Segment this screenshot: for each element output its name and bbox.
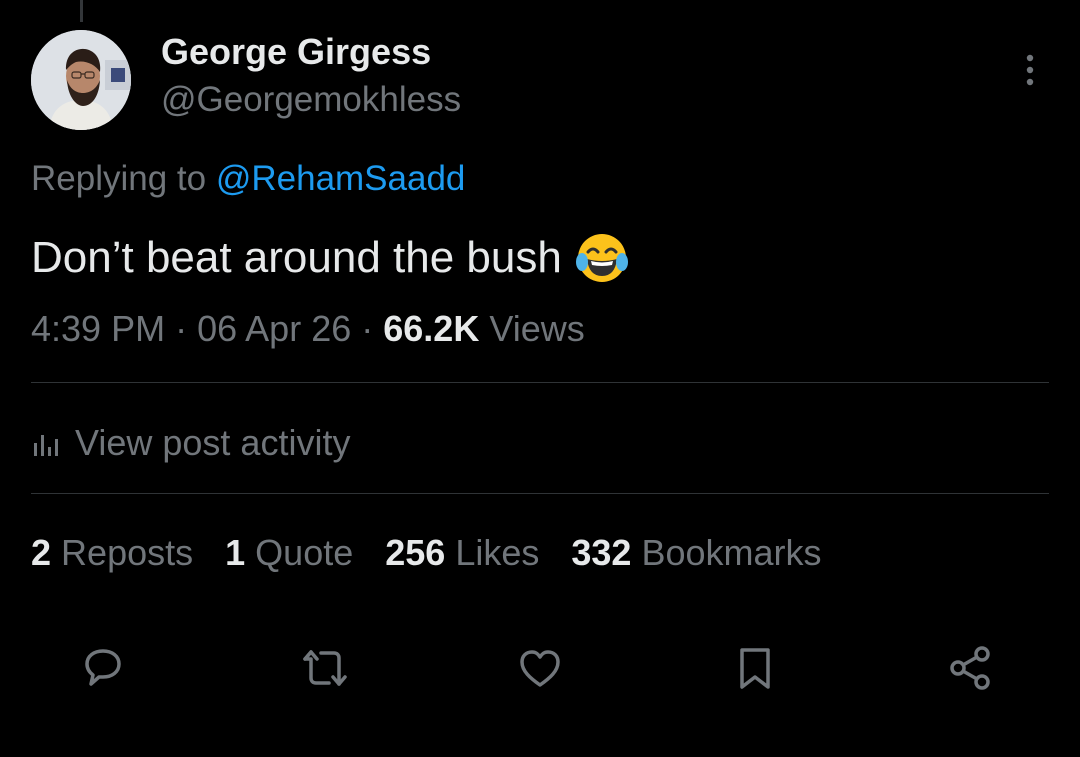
analytics-icon	[34, 435, 58, 456]
thread-connector-line	[80, 0, 83, 22]
reply-button[interactable]	[75, 640, 131, 696]
likes-count: 256	[385, 532, 446, 573]
quotes-count: 1	[225, 532, 246, 573]
repost-button[interactable]	[297, 640, 353, 696]
bookmark-icon	[740, 648, 770, 689]
divider	[31, 382, 1049, 383]
view-post-activity-label: View post activity	[75, 422, 351, 463]
reposts-label: Reposts	[61, 532, 194, 573]
quotes-label: Quote	[255, 532, 354, 573]
replying-to: Replying to @RehamSaadd	[31, 158, 465, 200]
quotes-stat[interactable]: 1 Quote	[225, 530, 353, 576]
share-button[interactable]	[942, 640, 998, 696]
tweet-detail: George Girgess @Georgemokhless Replying …	[0, 0, 1080, 757]
views-label: Views	[489, 308, 585, 349]
replying-to-prefix: Replying to	[31, 159, 216, 198]
more-vertical-icon	[1026, 54, 1034, 86]
heart-icon	[520, 650, 560, 687]
reposts-stat[interactable]: 2 Reposts	[31, 530, 193, 576]
views-count: 66.2K	[383, 308, 480, 349]
bookmarks-stat[interactable]: 332 Bookmarks	[571, 530, 821, 576]
bookmark-button[interactable]	[727, 640, 783, 696]
tweet-meta: 4:39 PM · 06 Apr 26 · 66.2K Views	[31, 308, 585, 350]
avatar[interactable]	[31, 30, 131, 130]
meta-separator: ·	[175, 308, 188, 349]
action-bar	[0, 640, 1080, 696]
more-options-button[interactable]	[1010, 50, 1050, 90]
reply-icon	[85, 649, 121, 686]
tweet-text: Don’t beat around the bush	[31, 230, 630, 286]
face-with-tears-of-joy-icon	[574, 230, 630, 286]
likes-stat[interactable]: 256 Likes	[385, 530, 539, 576]
view-post-activity-link[interactable]: View post activity	[31, 418, 350, 468]
like-button[interactable]	[512, 640, 568, 696]
reposts-count: 2	[31, 532, 52, 573]
author-handle[interactable]: @Georgemokhless	[161, 80, 461, 120]
share-icon	[950, 646, 990, 690]
engagement-stats: 2 Reposts 1 Quote 256 Likes 332 Bookmark…	[31, 530, 854, 576]
avatar-image	[31, 30, 131, 130]
bookmarks-count: 332	[571, 532, 632, 573]
likes-label: Likes	[455, 532, 540, 573]
divider	[31, 493, 1049, 494]
bookmarks-label: Bookmarks	[641, 532, 822, 573]
reply-mention-link[interactable]: @RehamSaadd	[216, 159, 466, 198]
author-name[interactable]: George Girgess	[161, 32, 431, 72]
repost-icon	[303, 650, 347, 686]
tweet-body: Don’t beat around the bush	[31, 233, 562, 282]
tweet-time[interactable]: 4:39 PM	[31, 308, 165, 349]
tweet-date[interactable]: 06 Apr 26	[197, 308, 351, 349]
meta-separator: ·	[361, 308, 374, 349]
